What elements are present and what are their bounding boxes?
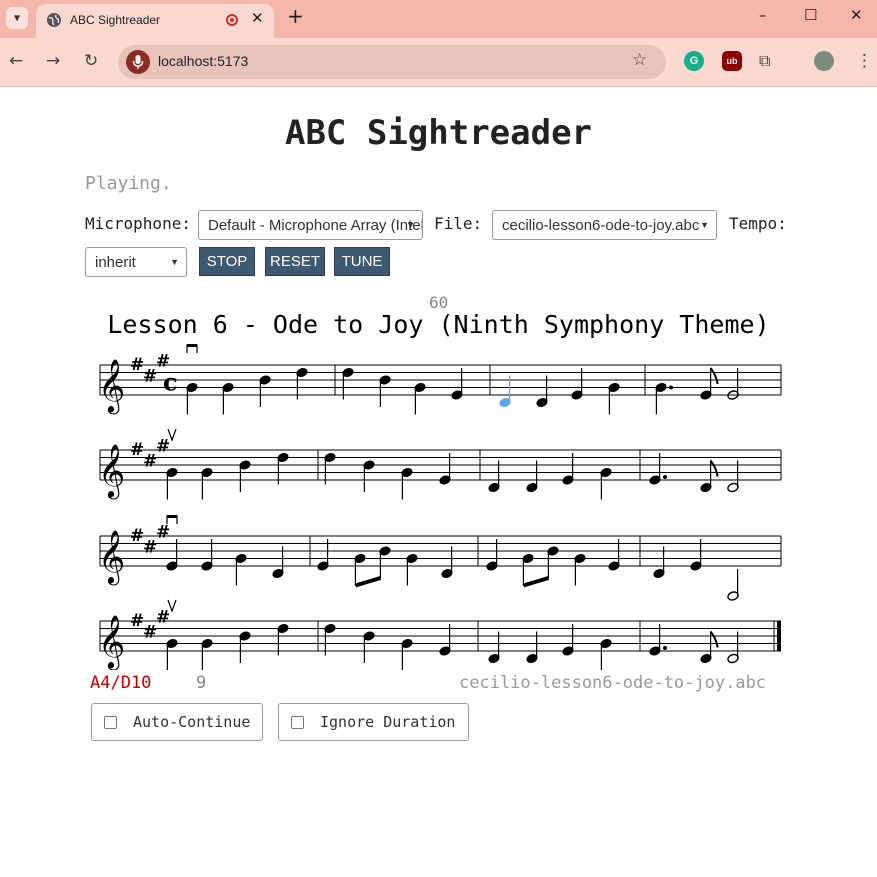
- current-note-label: A4/D10: [90, 673, 152, 693]
- url-text: localhost:5173: [158, 53, 249, 69]
- tempo-select-value: inherit: [95, 254, 136, 271]
- microphone-in-use-icon[interactable]: [126, 50, 150, 74]
- dot-icon: [669, 385, 673, 390]
- sharp-icon: #: [156, 522, 170, 542]
- treble-clef-icon: 𝄞: [98, 443, 125, 499]
- sheet-music: 𝄞 ###c𝄞 ###𝄞 ###𝄞 ###: [98, 344, 782, 670]
- microphone-select[interactable]: Default - Microphone Array (Intel® ▼: [198, 210, 423, 240]
- reload-icon[interactable]: ↻: [84, 51, 98, 71]
- checkbox-box[interactable]: [104, 715, 117, 729]
- minimize-button[interactable]: –: [759, 6, 767, 24]
- globe-icon: [47, 13, 61, 27]
- chevron-down-icon: ▼: [170, 257, 179, 267]
- profile-avatar[interactable]: [814, 51, 834, 71]
- microphone-label: Microphone:: [85, 214, 191, 233]
- tempo-label: Tempo:: [729, 214, 787, 233]
- auto-continue-checkbox[interactable]: Auto-Continue: [91, 703, 263, 741]
- file-select[interactable]: cecilio-lesson6-ode-to-joy.abc ▼: [492, 210, 717, 240]
- down-bow-icon: [167, 515, 177, 518]
- sharp-icon: #: [156, 607, 170, 627]
- file-label: File:: [434, 214, 483, 233]
- flag-icon: [709, 367, 719, 385]
- maximize-button[interactable]: ☐: [804, 6, 817, 24]
- dot-icon: [663, 475, 667, 479]
- loaded-file-name: cecilio-lesson6-ode-to-joy.abc: [459, 673, 767, 693]
- new-tab-button[interactable]: +: [287, 4, 304, 28]
- ignore-duration-label: Ignore Duration: [320, 713, 456, 731]
- beam: [522, 576, 549, 588]
- tab-title: ABC Sightreader: [70, 13, 161, 27]
- tune-button[interactable]: TUNE: [334, 247, 390, 276]
- score-title: Lesson 6 - Ode to Joy (Ninth Symphony Th…: [107, 310, 770, 339]
- reset-button[interactable]: RESET: [265, 247, 325, 276]
- bookmark-star-icon[interactable]: ☆: [632, 50, 647, 70]
- close-tab-icon[interactable]: ✕: [251, 9, 264, 27]
- dot-icon: [663, 646, 667, 650]
- flag-icon: [709, 459, 719, 477]
- checkbox-box[interactable]: [291, 715, 304, 729]
- chevron-down-icon: ▼: [406, 220, 415, 230]
- ignore-duration-checkbox[interactable]: Ignore Duration: [278, 703, 469, 741]
- extensions-puzzle-icon[interactable]: ⧉: [759, 51, 770, 71]
- treble-clef-icon: 𝄞: [98, 614, 125, 670]
- down-bow-icon: [187, 344, 197, 347]
- stop-button[interactable]: STOP: [199, 247, 255, 276]
- score-counter: 9: [196, 673, 207, 693]
- auto-continue-label: Auto-Continue: [133, 713, 251, 731]
- page-title: ABC Sightreader: [284, 113, 593, 153]
- back-icon[interactable]: ←: [9, 51, 23, 71]
- flag-icon: [709, 630, 719, 648]
- status-text: Playing.: [85, 173, 172, 194]
- grammarly-extension-icon[interactable]: G: [684, 51, 704, 71]
- recording-icon: [226, 14, 238, 26]
- browser-tab[interactable]: ABC Sightreader ✕: [36, 4, 274, 38]
- browser-tab-bar: ▼ ABC Sightreader ✕ + – ☐ ✕: [0, 0, 877, 38]
- tempo-select[interactable]: inherit ▼: [85, 247, 187, 277]
- sharp-icon: #: [156, 436, 170, 456]
- chevron-down-icon: ▼: [700, 220, 709, 230]
- final-barline: [777, 621, 781, 651]
- treble-clef-icon: 𝄞: [98, 358, 125, 414]
- forward-icon[interactable]: →: [46, 51, 60, 71]
- ublock-extension-icon[interactable]: ub: [722, 51, 742, 71]
- address-bar[interactable]: localhost:5173 ☆: [118, 45, 666, 79]
- common-time-icon: c: [163, 368, 178, 397]
- close-window-button[interactable]: ✕: [850, 6, 863, 24]
- file-select-value: cecilio-lesson6-ode-to-joy.abc: [502, 217, 700, 234]
- menu-dots-icon[interactable]: ⋮: [856, 51, 873, 71]
- treble-clef-icon: 𝄞: [98, 529, 125, 585]
- browser-toolbar: ← → ↻ localhost:5173 ☆ G ub ⧉ ⋮: [0, 38, 877, 87]
- beam: [354, 576, 381, 588]
- tab-search-button[interactable]: ▼: [6, 7, 28, 29]
- microphone-select-value: Default - Microphone Array (Intel®: [208, 217, 423, 234]
